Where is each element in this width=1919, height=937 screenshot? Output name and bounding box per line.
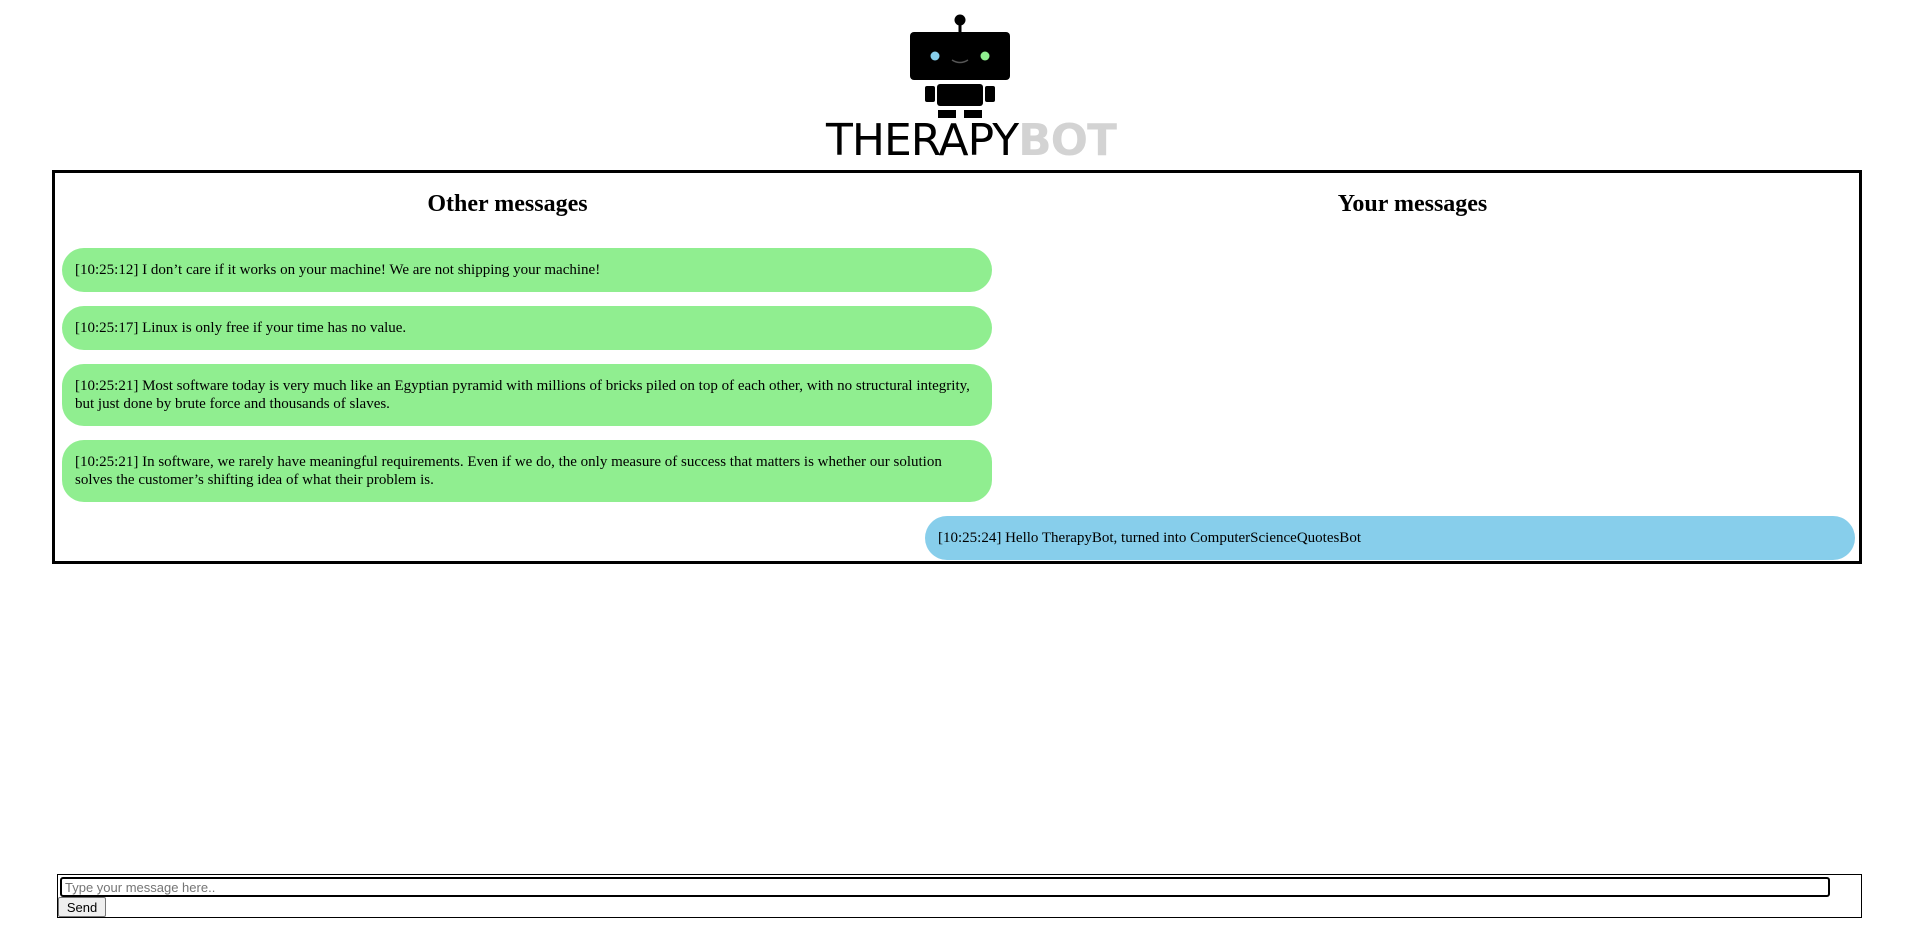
message-text: [10:25:21] In software, we rarely have m…: [75, 454, 942, 488]
message-bubble-other: [10:25:21] In software, we rarely have m…: [62, 440, 992, 502]
message-bubble-mine: [10:25:24] Hello TherapyBot, turned into…: [925, 516, 1855, 560]
header: THERAPYBOT: [0, 0, 1919, 170]
message-composer: Send: [57, 874, 1862, 918]
message-text: [10:25:24] Hello TherapyBot, turned into…: [938, 530, 1361, 546]
robot-logo-icon: [910, 14, 1010, 118]
message-bubble-other: [10:25:12] I don’t care if it works on y…: [62, 248, 992, 292]
message-text: [10:25:12] I don’t care if it works on y…: [75, 262, 601, 278]
message-text: [10:25:21] Most software today is very m…: [75, 378, 970, 412]
chat-panel: Other messages Your messages [10:25:12] …: [52, 170, 1862, 564]
message-text: [10:25:17] Linux is only free if your ti…: [75, 320, 407, 336]
logo-text-bot: BOT: [1018, 115, 1117, 166]
your-messages-heading: Your messages: [1337, 191, 1488, 217]
message-bubble-other: [10:25:21] Most software today is very m…: [62, 364, 992, 426]
send-button[interactable]: Send: [58, 897, 106, 917]
logo-text-therapy: THERAPY: [826, 115, 1019, 166]
message-input[interactable]: [60, 877, 1830, 897]
logo-wordmark: THERAPYBOT: [826, 115, 1117, 166]
message-bubble-other: [10:25:17] Linux is only free if your ti…: [62, 306, 992, 350]
other-messages-heading: Other messages: [427, 191, 588, 217]
